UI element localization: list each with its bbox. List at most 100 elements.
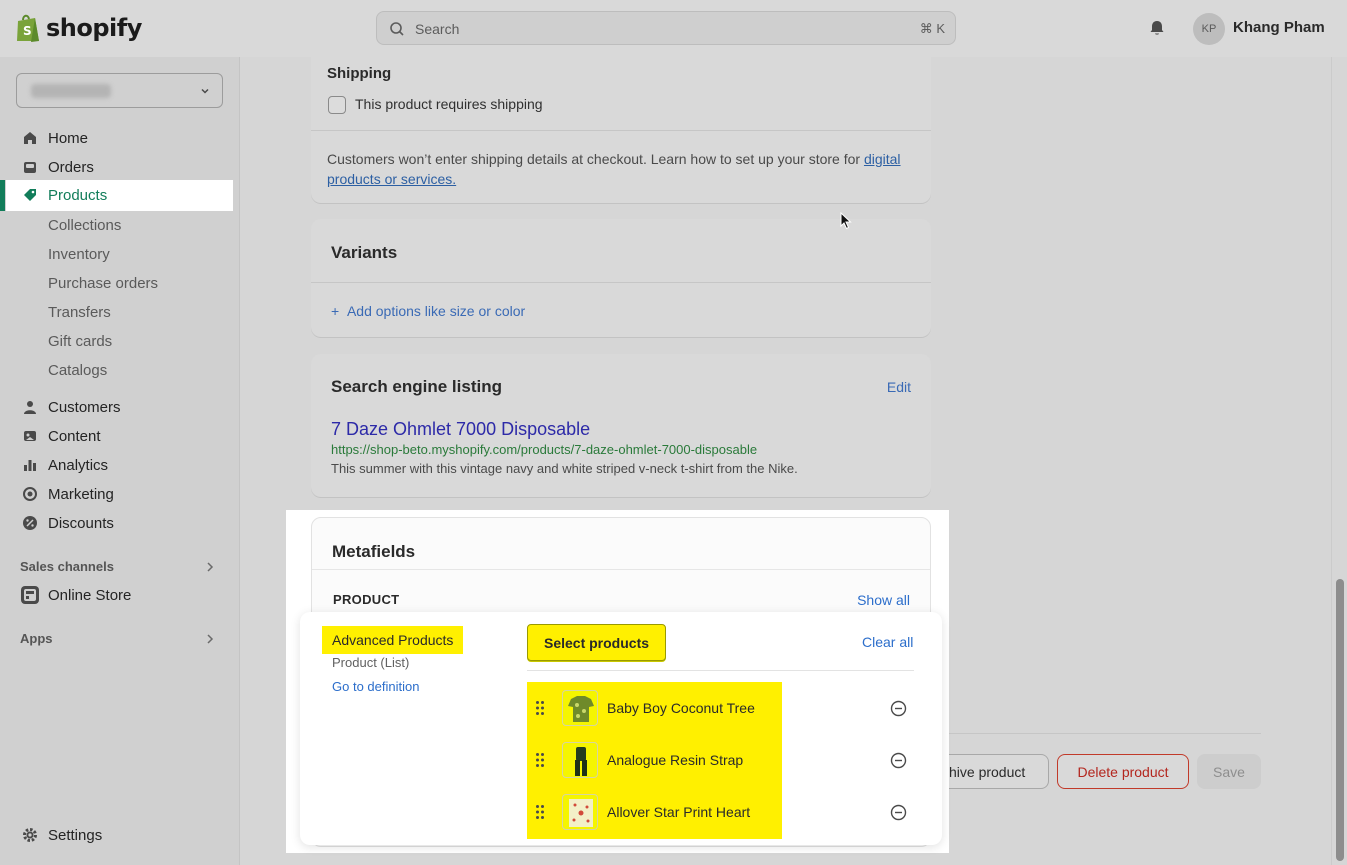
- home-icon: [24, 132, 36, 144]
- sidebar-item-customers[interactable]: Customers: [6, 392, 233, 422]
- show-all-link[interactable]: Show all: [857, 592, 910, 608]
- apps-heading[interactable]: Apps: [20, 631, 53, 646]
- store-selector[interactable]: [16, 73, 223, 108]
- drag-handle-icon[interactable]: [535, 752, 545, 768]
- sidebar-item-label: Content: [48, 428, 101, 445]
- sidebar-item-online-store[interactable]: Online Store: [6, 580, 233, 610]
- metafields-highlight-region: Metafields PRODUCT Show all Advanced Pro…: [286, 510, 949, 853]
- scrollbar-thumb[interactable]: [1336, 579, 1344, 861]
- divider: [311, 282, 931, 283]
- sidebar-item-label: Catalogs: [48, 362, 108, 379]
- sidebar-item-catalogs[interactable]: Catalogs: [6, 355, 233, 385]
- store-icon: [21, 586, 39, 604]
- sidebar-item-marketing[interactable]: Marketing: [6, 479, 233, 509]
- seo-edit-link[interactable]: Edit: [887, 379, 911, 395]
- add-options-label: Add options like size or color: [346, 303, 526, 319]
- outfit-image: [575, 747, 587, 776]
- sidebar-item-label: Analytics: [48, 457, 109, 474]
- add-options-button[interactable]: + Add options like size or color: [331, 303, 525, 319]
- sidebar-item-label: Marketing: [48, 486, 114, 503]
- drag-handle-icon[interactable]: [535, 804, 545, 820]
- active-indicator: [0, 180, 5, 211]
- sidebar-item-label: Settings: [48, 827, 103, 844]
- seo-card-title: Search engine listing: [331, 377, 502, 396]
- top-bar: S shopify Search ⌘ K KP Khang Pham: [0, 0, 1347, 57]
- variants-title: Variants: [331, 243, 398, 262]
- sidebar-item-label: Transfers: [48, 304, 111, 321]
- metafield-type: Product (List): [332, 655, 410, 670]
- sidebar-item-analytics[interactable]: Analytics: [6, 450, 233, 480]
- sidebar-item-label: Online Store: [48, 587, 132, 604]
- shipping-note-text: Customers won’t enter shipping details a…: [327, 151, 864, 167]
- go-to-definition-link[interactable]: Go to definition: [332, 679, 419, 694]
- delete-product-button[interactable]: Delete product: [1057, 754, 1189, 789]
- sidebar-item-content[interactable]: Content: [6, 421, 233, 451]
- remove-circle-icon[interactable]: [890, 752, 907, 769]
- user-name[interactable]: Khang Pham: [1233, 19, 1325, 36]
- archive-product-button[interactable]: chive product: [940, 754, 1049, 789]
- drag-handle-icon[interactable]: [535, 700, 545, 716]
- requires-shipping-label[interactable]: This product requires shipping: [355, 96, 543, 112]
- divider: [312, 569, 930, 570]
- metafields-title: Metafields: [332, 542, 416, 561]
- shipping-card: Shipping This product requires shipping …: [311, 57, 931, 203]
- sidebar-item-home[interactable]: Home: [6, 123, 233, 153]
- sidebar-item-gift-cards[interactable]: Gift cards: [6, 326, 233, 356]
- sidebar: Home Orders Products Collections Invento…: [0, 57, 240, 865]
- list-item[interactable]: Analogue Resin Strap: [527, 736, 914, 784]
- requires-shipping-checkbox[interactable]: [328, 96, 346, 114]
- search-icon: [390, 22, 404, 36]
- page-scrollbar[interactable]: [1331, 57, 1347, 865]
- store-name-blurred: [31, 84, 111, 98]
- shipping-title: Shipping: [327, 65, 392, 82]
- shopify-bag-icon: S: [17, 14, 39, 42]
- sidebar-item-discounts[interactable]: Discounts: [6, 508, 233, 538]
- product-name[interactable]: Analogue Resin Strap: [607, 752, 743, 768]
- sidebar-item-orders[interactable]: Orders: [6, 152, 233, 182]
- sidebar-item-purchase-orders[interactable]: Purchase orders: [6, 268, 233, 298]
- search-bar[interactable]: Search ⌘ K: [376, 11, 956, 45]
- seo-page-title: 7 Daze Ohmlet 7000 Disposable: [331, 419, 591, 439]
- variants-card: Variants + Add options like size or colo…: [311, 219, 931, 337]
- bell-icon[interactable]: [1148, 19, 1166, 37]
- list-item[interactable]: Allover Star Print Heart: [527, 788, 914, 836]
- sidebar-item-label: Purchase orders: [48, 275, 159, 292]
- divider: [527, 670, 914, 671]
- chevron-right-icon[interactable]: [206, 562, 214, 572]
- sidebar-item-settings[interactable]: Settings: [6, 820, 233, 850]
- sidebar-item-products[interactable]: Products: [6, 180, 233, 211]
- list-item[interactable]: Baby Boy Coconut Tree: [527, 684, 914, 732]
- select-products-button[interactable]: Select products: [527, 624, 666, 661]
- mouse-cursor-icon: [840, 212, 852, 230]
- product-name[interactable]: Baby Boy Coconut Tree: [607, 700, 755, 716]
- chevron-right-icon[interactable]: [206, 634, 214, 644]
- sidebar-item-label: Discounts: [48, 515, 114, 532]
- product-thumbnail: [562, 690, 598, 726]
- divider: [949, 733, 1261, 734]
- sidebar-item-transfers[interactable]: Transfers: [6, 297, 233, 327]
- logo-text: shopify: [46, 14, 142, 42]
- sidebar-item-label: Home: [48, 130, 89, 147]
- gear-icon: [23, 828, 37, 842]
- sidebar-item-inventory[interactable]: Inventory: [6, 239, 233, 269]
- avatar[interactable]: KP: [1193, 13, 1225, 45]
- chevron-down-icon: [201, 88, 209, 94]
- sidebar-item-collections[interactable]: Collections: [6, 210, 233, 240]
- sidebar-item-label: Customers: [48, 399, 121, 416]
- clear-all-link[interactable]: Clear all: [862, 634, 913, 650]
- shopify-logo[interactable]: S shopify: [15, 13, 142, 43]
- target-icon: [23, 487, 37, 501]
- sales-channels-heading[interactable]: Sales channels: [20, 559, 114, 574]
- remove-circle-icon[interactable]: [890, 700, 907, 717]
- sidebar-item-label: Collections: [48, 217, 122, 234]
- svg-text:S: S: [23, 24, 32, 38]
- search-placeholder: Search: [415, 21, 460, 37]
- print-image: [569, 799, 593, 827]
- save-button[interactable]: Save: [1197, 754, 1261, 789]
- orders-icon: [24, 162, 36, 173]
- seo-url: https://shop-beto.myshopify.com/products…: [331, 442, 758, 457]
- remove-circle-icon[interactable]: [890, 804, 907, 821]
- shirt-image: [568, 696, 594, 722]
- product-name[interactable]: Allover Star Print Heart: [607, 804, 750, 820]
- divider: [311, 130, 931, 131]
